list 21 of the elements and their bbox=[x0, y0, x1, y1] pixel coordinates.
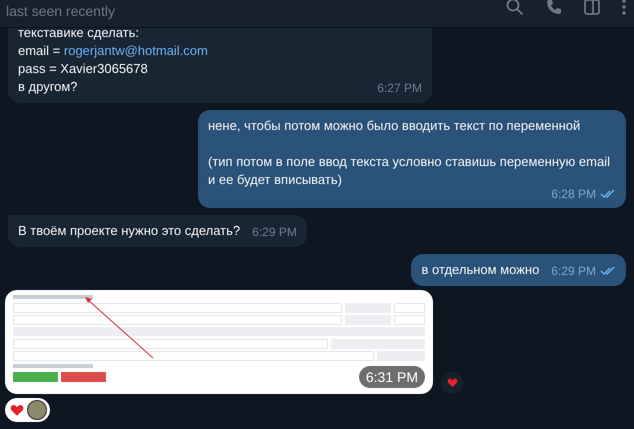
message-text: текставике сделать: email = rogerjantw@hotmail.com pass = Xavier3065678 в другом? bbox=[18, 28, 208, 96]
message-time: 6:29 PM bbox=[252, 224, 297, 241]
search-icon[interactable] bbox=[506, 0, 524, 16]
message-time: 6:29 PM bbox=[551, 263, 596, 280]
phone-icon[interactable] bbox=[546, 0, 562, 14]
reaction-button[interactable] bbox=[441, 372, 463, 394]
last-seen-status: last seen recently bbox=[6, 2, 115, 18]
message-time: 6:31 PM bbox=[358, 366, 425, 388]
message-text: нене, чтобы потом можно было вводить текст по переменной (тип потом в поле ввод текста условно ставишь переменную email и ее будет вписывать) bbox=[208, 117, 611, 189]
message-time: 6:27 PM bbox=[377, 80, 422, 97]
message-text: в отдельном можно bbox=[421, 261, 540, 279]
more-menu-icon[interactable] bbox=[622, 0, 626, 14]
reaction-pill[interactable] bbox=[5, 398, 50, 422]
avatar-icon bbox=[27, 400, 47, 420]
message-text: В твоём проекте нужно это сделать? bbox=[18, 222, 240, 240]
sidebar-toggle-icon[interactable] bbox=[584, 0, 600, 14]
heart-icon bbox=[10, 404, 24, 416]
message-time: 6:28 PM bbox=[551, 186, 596, 203]
email-link[interactable]: rogerjantw@hotmail.com bbox=[64, 43, 208, 58]
screenshot-drawing[interactable] bbox=[5, 290, 433, 394]
heart-icon bbox=[446, 378, 458, 388]
